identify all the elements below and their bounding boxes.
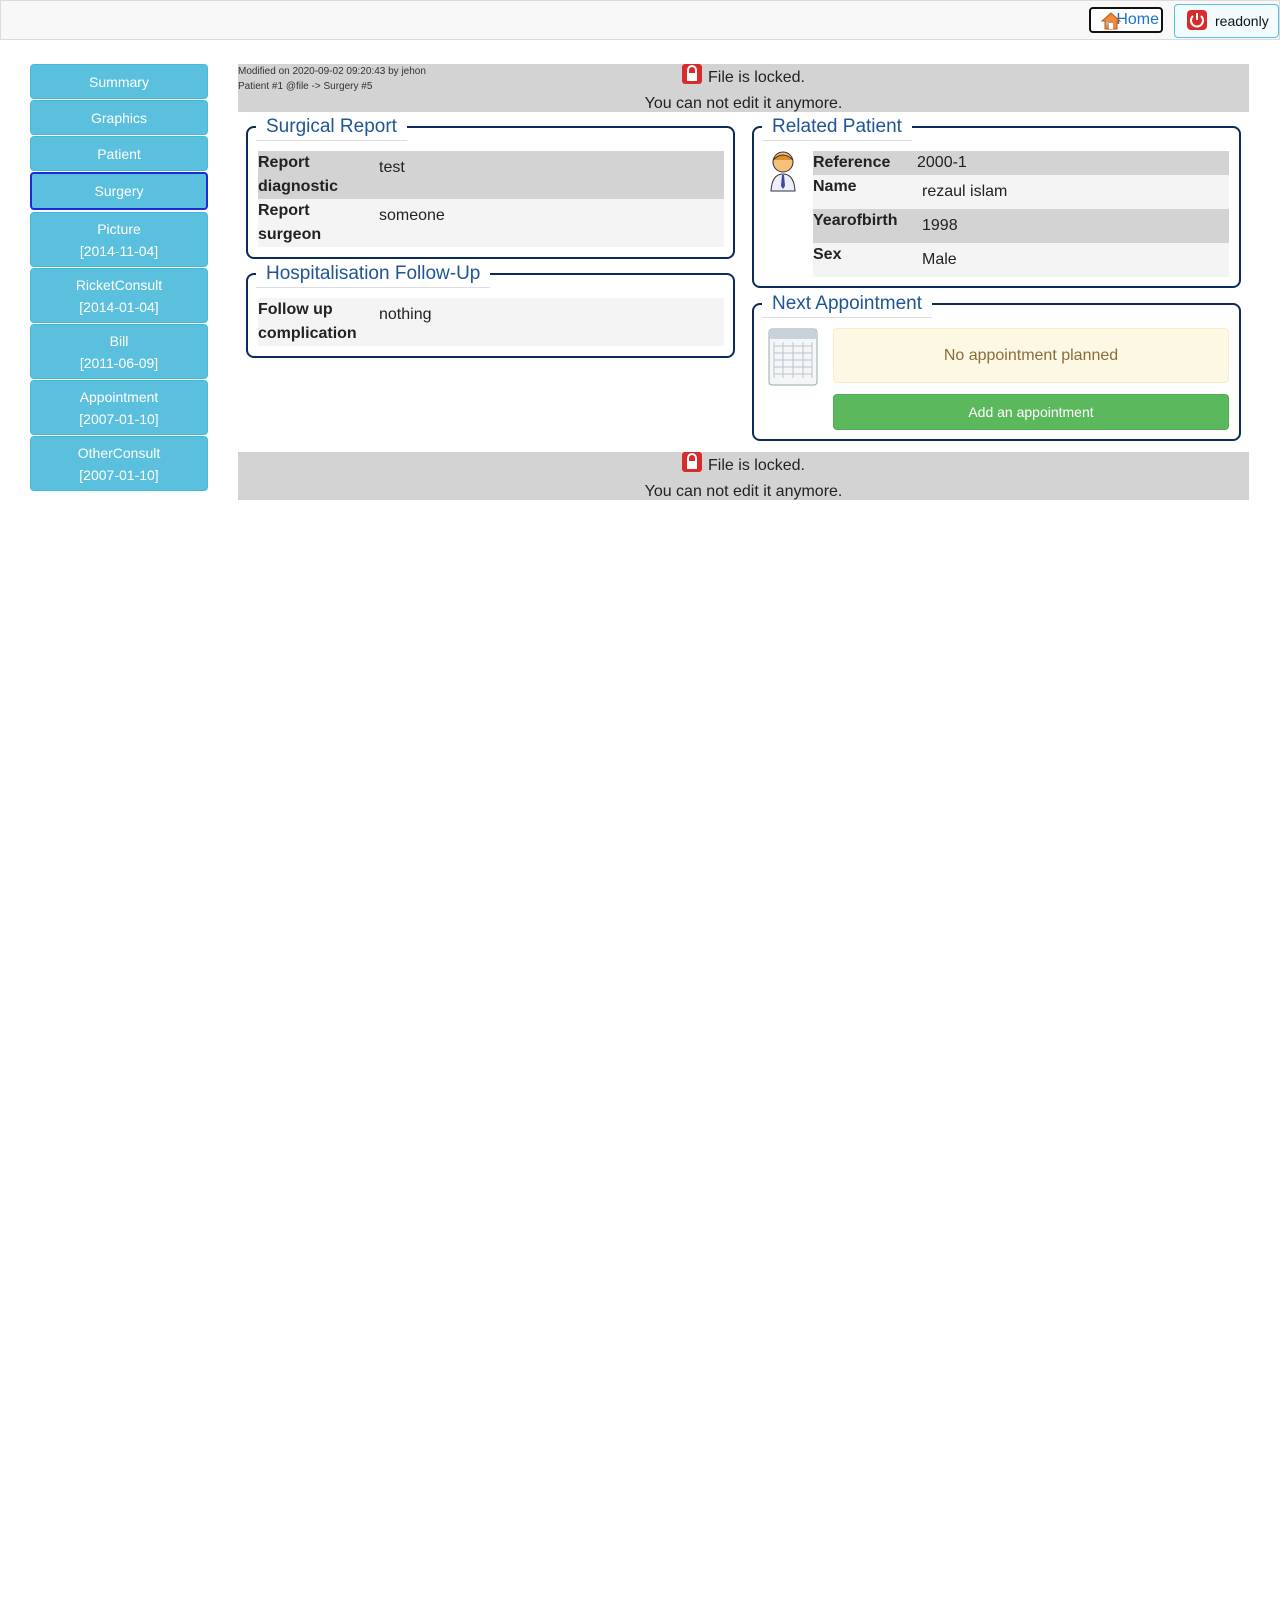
followup-complication-value: nothing <box>379 306 432 323</box>
sidebar-item-graphics[interactable]: Graphics <box>30 100 208 135</box>
sidebar-item-surgery[interactable]: Surgery <box>30 172 208 210</box>
patient-sex-value: Male <box>922 251 957 268</box>
sidebar-item-summary[interactable]: Summary <box>30 64 208 99</box>
surgical-report-title: Surgical Report <box>256 114 407 141</box>
followup-title: Hospitalisation Follow-Up <box>256 261 491 288</box>
patient-reference-row: Reference 2000-1 <box>813 151 1229 175</box>
top-bar: Home readonly <box>0 0 1280 40</box>
patient-yearofbirth-row: Yearofbirth 1998 <box>813 209 1229 243</box>
lock-submessage: You can not edit it anymore. <box>644 483 843 500</box>
sidebar-item-otherconsult[interactable]: OtherConsult [2007-01-10] <box>30 436 208 491</box>
report-diagnostic-value: test <box>379 159 405 176</box>
lock-icon <box>682 64 703 92</box>
modified-info: Modified on 2020-09-02 09:20:43 by jehon <box>238 66 426 77</box>
sidebar-item-picture[interactable]: Picture [2014-11-04] <box>30 212 208 267</box>
lock-message: File is locked. <box>708 69 805 86</box>
sidebar: Summary Graphics Patient Surgery Picture… <box>30 64 208 492</box>
patient-sex-row: Sex Male <box>813 243 1229 277</box>
lock-message: File is locked. <box>708 457 805 474</box>
calendar-icon <box>768 328 818 391</box>
record-path: Patient #1 @file -> Surgery #5 <box>238 81 373 92</box>
sidebar-item-patient[interactable]: Patient <box>30 136 208 171</box>
next-appointment-title: Next Appointment <box>762 291 932 318</box>
lock-banner-top: Modified on 2020-09-02 09:20:43 by jehon… <box>238 64 1249 112</box>
patient-name-row: Name rezaul islam <box>813 175 1229 209</box>
patient-avatar-icon <box>768 150 798 197</box>
sidebar-item-appointment[interactable]: Appointment [2007-01-10] <box>30 380 208 435</box>
lock-icon <box>682 452 703 480</box>
home-icon <box>1100 11 1122 36</box>
patient-name-value: rezaul islam <box>922 183 1008 200</box>
add-appointment-button[interactable]: Add an appointment <box>833 394 1229 430</box>
report-surgeon-row: Report surgeon someone <box>258 199 724 247</box>
patient-reference-value: 2000-1 <box>917 154 967 171</box>
readonly-logout-button[interactable]: readonly <box>1174 4 1279 38</box>
patient-yearofbirth-value: 1998 <box>922 217 958 234</box>
no-appointment-note: No appointment planned <box>833 328 1229 383</box>
lock-banner-bottom: File is locked. You can not edit it anym… <box>238 452 1249 500</box>
home-label: Home <box>1116 11 1159 28</box>
power-icon <box>1187 9 1207 33</box>
sidebar-item-bill[interactable]: Bill [2011-06-09] <box>30 324 208 379</box>
readonly-label: readonly <box>1215 13 1269 29</box>
sidebar-item-ricketconsult[interactable]: RicketConsult [2014-01-04] <box>30 268 208 323</box>
lock-submessage: You can not edit it anymore. <box>644 95 843 112</box>
home-button[interactable]: Home <box>1089 7 1163 33</box>
related-patient-title: Related Patient <box>762 114 912 141</box>
report-surgeon-value: someone <box>379 207 445 224</box>
record-meta: Modified on 2020-09-02 09:20:43 by jehon… <box>238 64 426 94</box>
report-diagnostic-row: Report diagnostic test <box>258 151 724 199</box>
followup-complication-row: Follow up complication nothing <box>258 298 724 346</box>
